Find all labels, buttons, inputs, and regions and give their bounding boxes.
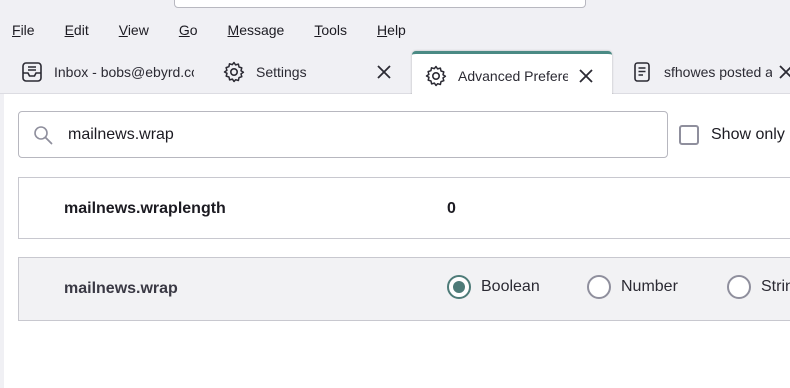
gear-icon [424,64,448,88]
menu-message[interactable]: Message [222,22,291,38]
document-icon [630,60,654,84]
tab-bar: Inbox - bobs@ebyrd.co Settings Advanced … [0,44,790,98]
menu-bar: File Edit View Go Message Tools Help [0,16,790,44]
address-field[interactable] [174,0,586,8]
menu-view[interactable]: View [113,22,155,38]
inbox-icon [20,60,44,84]
pref-row[interactable]: mailnews.wraplength 0 [18,177,790,239]
type-number-radio[interactable]: Number [587,275,678,299]
tab-label: Inbox - bobs@ebyrd.co [54,64,194,80]
menu-edit[interactable]: Edit [59,22,95,38]
menu-file[interactable]: File [6,22,41,38]
show-only-modified-toggle[interactable]: Show only [679,123,785,147]
tab-advanced-preferences[interactable]: Advanced Prefere [412,51,612,98]
type-boolean-radio[interactable]: Boolean [447,275,540,299]
preference-search-input[interactable]: mailnews.wrap [18,111,668,158]
menu-go[interactable]: Go [173,22,204,38]
pref-row-new: mailnews.wrap Boolean Number Strin [18,257,790,321]
gear-icon [222,60,246,84]
pref-name: mailnews.wrap [64,280,178,297]
show-only-label: Show only [711,126,785,143]
tab-label: Settings [256,64,307,80]
title-bar [0,0,790,16]
type-string-radio[interactable]: Strin [727,275,790,299]
search-value: mailnews.wrap [68,125,174,143]
show-only-checkbox[interactable] [679,125,699,145]
tab-forum-post[interactable]: sfhowes posted a [630,50,790,94]
tab-inbox[interactable]: Inbox - bobs@ebyrd.co [20,50,198,94]
pref-value[interactable]: 0 [447,200,456,218]
tab-settings[interactable]: Settings [222,50,402,94]
close-tab-icon[interactable] [776,62,790,82]
pref-name: mailnews.wraplength [64,200,226,217]
menu-help[interactable]: Help [371,22,412,38]
menu-tools[interactable]: Tools [308,22,353,38]
tab-label: sfhowes posted a [664,64,772,80]
close-tab-icon[interactable] [374,62,394,82]
close-tab-icon[interactable] [576,66,596,86]
tab-label: Advanced Prefere [458,68,568,84]
search-icon [32,124,54,146]
